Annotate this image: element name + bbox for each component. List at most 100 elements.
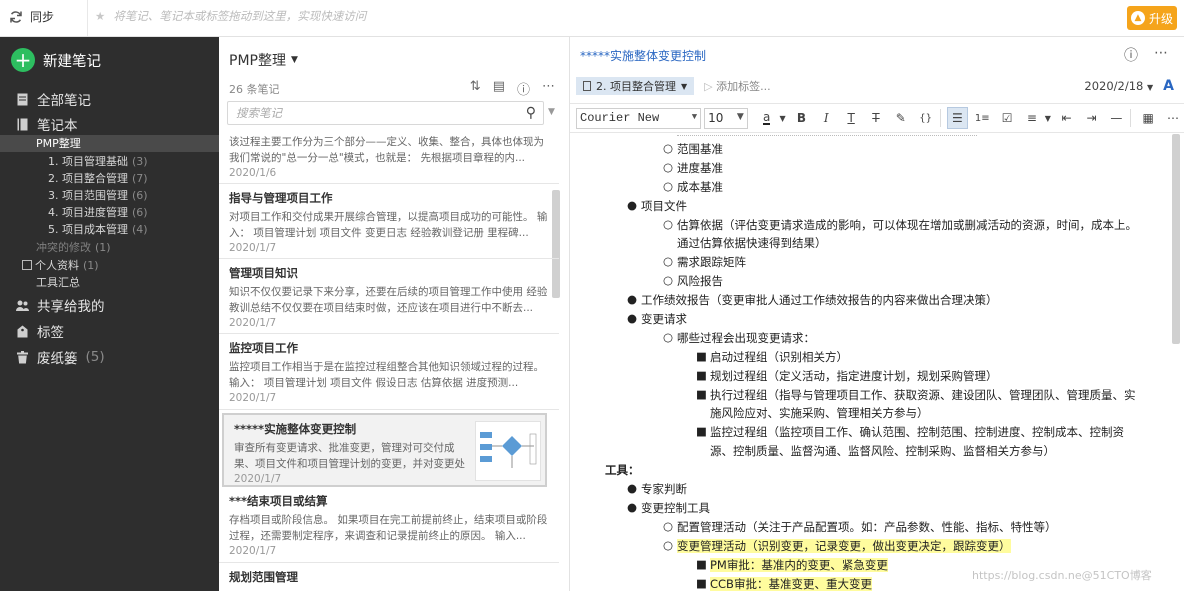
italic-button[interactable]: I (815, 107, 837, 129)
notebook-selector[interactable]: 2. 项目整合管理 ▼ (576, 77, 695, 95)
info-icon[interactable]: ⓘ (517, 79, 530, 98)
underline-button[interactable]: T (840, 107, 862, 129)
notebook-conflict-label: 冲突的修改 (36, 241, 91, 254)
note-item[interactable]: 监控项目工作 监控项目工作相当于是在监控过程组整合其他知识领域过程的过程。 输入… (219, 334, 559, 410)
note-item[interactable]: 指导与管理项目工作 对项目工作和交付成果开展综合管理，以提高项目成功的可能性。 … (219, 184, 559, 259)
notebook-tools[interactable]: 工具汇总 (0, 274, 219, 291)
notebook-pmp[interactable]: PMP整理 (0, 135, 219, 152)
note-item[interactable]: 管理项目知识 知识不仅仅要记录下来分享，还要在后续的项目管理工作中使用 经验教训… (219, 259, 559, 334)
hollow-bullet: ○ (663, 519, 674, 533)
code-button[interactable]: {} (915, 107, 937, 129)
text-color-icon: a (763, 110, 771, 125)
nav-all-notes[interactable]: 全部笔记 (0, 89, 219, 109)
note-search-placeholder: 搜索笔记 (236, 106, 282, 120)
view-toggle-icon[interactable]: ▤ (493, 79, 505, 98)
notebook-item[interactable]: 5. 项目成本管理 (4) (0, 221, 219, 238)
square-bullet: ■ (696, 557, 707, 571)
numbered-list-button[interactable]: 1≡ (971, 107, 993, 129)
note-item[interactable]: 规划范围管理 (219, 563, 559, 591)
body-line: 通过估算依据快速得到结果） (677, 235, 827, 251)
text-color-dropdown[interactable]: ▼ (778, 107, 788, 129)
trash-icon (16, 350, 29, 364)
notebook-personal[interactable]: 个人资料 (1) (0, 257, 219, 274)
notebook-title-dropdown[interactable]: PMP整理 ▼ (229, 50, 298, 70)
notebook-title: PMP整理 (229, 53, 286, 69)
body-line-text: 成本基准 (677, 180, 723, 194)
search-options-icon[interactable]: ▼ (548, 107, 555, 117)
note-thumbnail (475, 421, 541, 481)
strikethrough-button[interactable]: T (865, 107, 887, 129)
note-item[interactable]: 该过程主要工作分为三个部分——定义、收集、整合，具体也体现为我们常说的"总一分一… (219, 133, 559, 184)
divider (939, 109, 941, 127)
notebook-item[interactable]: 1. 项目管理基础 (3) (0, 153, 219, 170)
more-icon[interactable]: ⋯ (542, 79, 555, 98)
note-title-field[interactable]: *****实施整体变更控制 (580, 47, 706, 64)
notebook-item-label: 2. 项目整合管理 (48, 172, 128, 185)
body-line: ■ CCB审批：基准变更、重大变更 (696, 576, 872, 591)
note-item-selected[interactable]: *****实施整体变更控制 审查所有变更请求、批准变更，管理对可交付成果、项目文… (222, 413, 547, 487)
body-line: ○ 风险报告 (663, 273, 723, 289)
outdent-button[interactable]: ⇤ (1056, 107, 1078, 129)
note-date-selector[interactable]: 2020/2/18 ▼ (1084, 79, 1153, 93)
note-body[interactable]: ○ 范围基准 ○ 进度基准 ○ 成本基准 ● 项目文件 ○ 估算依据（评估变更请求造成的影… (570, 134, 1170, 591)
body-line-text: 施风险应对、实施采购、管理相关方参与） (710, 406, 929, 420)
indent-button[interactable]: ⇥ (1081, 107, 1103, 129)
nav-shared[interactable]: 共享给我的 (0, 295, 219, 315)
upgrade-button[interactable]: ▲ 升级 (1127, 6, 1177, 30)
more-icon: ⋯ (1166, 111, 1179, 125)
font-family-select[interactable]: Courier New ▼ (576, 107, 702, 129)
add-tag-input[interactable]: ▷ 添加标签... (704, 78, 770, 94)
bullet-list-button[interactable]: ☰ (946, 107, 969, 129)
nav-notebooks[interactable]: 笔记本 (0, 114, 219, 134)
body-line-text: 工作绩效报告（变更审批人通过工作绩效报告的内容来做出合理决策） (641, 293, 998, 307)
notebook-item[interactable]: 4. 项目进度管理 (6) (0, 204, 219, 221)
notebook-item[interactable]: 2. 项目整合管理 (7) (0, 170, 219, 187)
nav-notebooks-label: 笔记本 (37, 118, 78, 134)
text-color-button[interactable]: a (756, 107, 778, 129)
sync-button[interactable]: 同步 (8, 8, 54, 25)
more-format-button[interactable]: ⋯ (1162, 107, 1184, 129)
sort-icon[interactable]: ⇅ (470, 79, 481, 98)
notebook-item[interactable]: 3. 项目范围管理 (6) (0, 187, 219, 204)
note-snippet: 监控项目工作相当于是在监控过程组整合其他知识领域过程的过程。 输入： 项目管理计… (229, 361, 544, 389)
shared-icon (16, 298, 29, 312)
align-dropdown[interactable]: ▼ (1043, 107, 1053, 129)
bold-button[interactable]: B (791, 107, 813, 129)
shortcut-drop-area[interactable]: ★ 将笔记、笔记本或标签拖动到这里，实现快速访问 (87, 0, 366, 36)
notebook-tools-label: 工具汇总 (36, 276, 80, 289)
notebook-item-label: 3. 项目范围管理 (48, 189, 128, 202)
body-line-text: 专家判断 (641, 482, 687, 496)
font-style-icon[interactable]: A (1163, 78, 1174, 94)
notebook-conflict-count: (1) (95, 241, 111, 254)
scrollbar[interactable] (1172, 134, 1180, 344)
nav-trash[interactable]: 废纸篓 (5) (0, 347, 219, 367)
font-size-select[interactable]: 10 ▼ (704, 107, 748, 129)
notebook-item-label: 4. 项目进度管理 (48, 206, 128, 219)
filled-bullet: ● (627, 311, 638, 325)
search-icon[interactable]: ⚲ (526, 105, 536, 121)
table-button[interactable]: ▦ (1137, 107, 1159, 129)
note-title: 管理项目知识 (229, 266, 298, 280)
tag-icon (16, 324, 29, 338)
checkbox-button[interactable]: ☑ (996, 107, 1018, 129)
align-left-icon: ≡ (1026, 111, 1037, 125)
nav-shared-label: 共享给我的 (37, 299, 105, 315)
body-line-text: 变更管理活动（识别变更，记录变更，做出变更决定，跟踪变更） (677, 539, 1011, 553)
info-icon[interactable]: ⓘ (1124, 45, 1138, 65)
horizontal-rule-button[interactable]: — (1105, 107, 1127, 129)
note-item[interactable]: ***结束项目或结算 存档项目或阶段信息。 如果项目在完工前提前终止，结束项目或… (219, 487, 559, 563)
caret-down-icon: ▼ (681, 81, 688, 91)
more-icon[interactable]: ⋯ (1154, 45, 1168, 65)
note-snippet: 该过程主要工作分为三个部分——定义、收集、整合，具体也体现为我们常说的"总一分一… (229, 136, 544, 164)
note-title: 规划范围管理 (229, 570, 298, 584)
note-search-input[interactable]: 搜索笔记 ⚲ (227, 101, 544, 125)
new-note-button[interactable]: + 新建笔记 (11, 48, 101, 72)
notebook-conflict[interactable]: 冲突的修改 (1) (0, 239, 219, 256)
hollow-bullet: ○ (663, 538, 674, 552)
align-button[interactable]: ≡ (1021, 107, 1043, 129)
sidebar: + 新建笔记 全部笔记 笔记本 PMP整理 1. 项目管理基础 (3) 2. 项目… (0, 37, 219, 591)
body-line: ■ 执行过程组（指导与管理项目工作、获取资源、建设团队、管理团队、管理质量、实 (696, 387, 1136, 403)
hollow-bullet: ○ (663, 160, 674, 174)
highlight-button[interactable]: ✎ (890, 107, 912, 129)
nav-tags[interactable]: 标签 (0, 321, 219, 341)
